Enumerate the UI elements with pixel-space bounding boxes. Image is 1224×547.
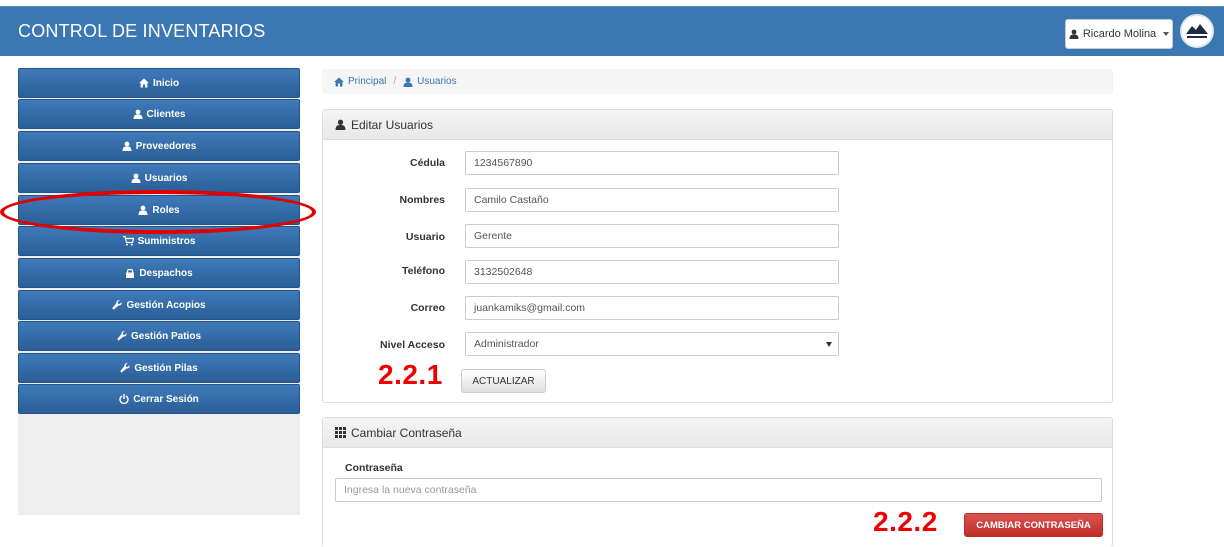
- change-password-button[interactable]: CAMBIAR CONTRASEÑA: [964, 513, 1103, 537]
- user-icon: [403, 77, 413, 87]
- telefono-value: 3132502648: [474, 266, 533, 278]
- correo-value: juankamiks@gmail.com: [474, 302, 586, 314]
- cedula-input[interactable]: 1234567890: [465, 151, 839, 175]
- lock-icon: [126, 268, 135, 278]
- nombres-value: Camilo Castaño: [474, 194, 549, 206]
- sidebar-item-label: Gestión Acopios: [126, 299, 206, 311]
- home-icon: [334, 77, 344, 86]
- password-input[interactable]: Ingresa la nueva contraseña: [335, 478, 1102, 502]
- home-icon: [139, 78, 149, 88]
- user-name: Ricardo Molina: [1082, 28, 1157, 40]
- panel-title: Cambiar Contraseña: [351, 425, 462, 440]
- user-menu-button[interactable]: Ricardo Molina: [1065, 19, 1173, 49]
- breadcrumb-separator: /: [393, 76, 397, 87]
- sidebar-item-label: Inicio: [152, 77, 180, 89]
- sidebar-item-label: Gestión Pilas: [134, 362, 198, 374]
- usuario-input[interactable]: Gerente: [465, 224, 839, 248]
- correo-input[interactable]: juankamiks@gmail.com: [465, 296, 839, 320]
- cart-icon: [122, 236, 134, 246]
- sidebar-item-label: Despachos: [139, 267, 193, 279]
- sidebar-item-label: Clientes: [146, 108, 186, 120]
- app-title[interactable]: CONTROL DE INVENTARIOS: [18, 21, 265, 42]
- sidebar-item-gestion-patios[interactable]: Gestión Patios: [18, 321, 300, 351]
- select-arrow-icon: [826, 342, 832, 347]
- sidebar-item-cerrar-sesion[interactable]: Cerrar Sesión: [18, 384, 300, 414]
- panel-heading: Cambiar Contraseña: [323, 418, 1112, 448]
- sidebar-item-usuarios[interactable]: Usuarios: [18, 163, 300, 193]
- sidebar-item-proveedores[interactable]: Proveedores: [18, 131, 300, 161]
- sidebar-item-clientes[interactable]: Clientes: [18, 99, 300, 129]
- cedula-label: Cédula: [409, 157, 445, 169]
- highlight-ellipse: [0, 190, 316, 234]
- caret-down-icon: [1163, 32, 1170, 36]
- usuario-value: Gerente: [474, 230, 512, 242]
- nombres-label: Nombres: [399, 194, 445, 206]
- sidebar-item-label: Proveedores: [135, 140, 197, 152]
- sidebar-item-inicio[interactable]: Inicio: [18, 68, 300, 98]
- sidebar: Inicio Clientes Proveedores Usuarios Rol…: [18, 68, 300, 515]
- step-annotation-2: 2.2.2: [873, 506, 938, 537]
- telefono-label: Teléfono: [402, 265, 445, 277]
- nivel-acceso-label: Nivel Acceso: [380, 339, 445, 351]
- usuario-label: Usuario: [405, 231, 445, 243]
- step-annotation-1: 2.2.1: [378, 359, 443, 390]
- password-label: Contraseña: [345, 462, 403, 474]
- sidebar-item-gestion-pilas[interactable]: Gestión Pilas: [18, 353, 300, 383]
- sidebar-item-label: Suministros: [137, 235, 196, 247]
- actualizar-button[interactable]: ACTUALIZAR: [461, 369, 546, 393]
- breadcrumb-current[interactable]: Usuarios: [417, 76, 456, 87]
- user-icon: [122, 141, 132, 151]
- power-icon: [119, 394, 129, 404]
- telefono-input[interactable]: 3132502648: [465, 260, 839, 284]
- nombres-input[interactable]: Camilo Castaño: [465, 188, 839, 212]
- panel-title: Editar Usuarios: [351, 117, 434, 132]
- nivel-acceso-select[interactable]: Administrador: [465, 332, 839, 356]
- sidebar-item-despachos[interactable]: Despachos: [18, 258, 300, 288]
- wrench-icon: [112, 300, 123, 310]
- top-navbar: CONTROL DE INVENTARIOS Ricardo Molina: [0, 6, 1224, 56]
- grid-icon: [335, 427, 346, 438]
- correo-label: Correo: [410, 302, 445, 314]
- wrench-icon: [117, 331, 127, 341]
- sidebar-item-label: Gestión Patios: [130, 330, 201, 342]
- sidebar-item-label: Usuarios: [144, 172, 188, 184]
- user-icon: [131, 173, 141, 183]
- breadcrumb: Principal / Usuarios: [322, 69, 1113, 94]
- user-icon: [335, 119, 346, 130]
- change-password-panel: Cambiar Contraseña Contraseña Ingresa la…: [322, 417, 1113, 547]
- password-placeholder: Ingresa la nueva contraseña: [344, 484, 477, 496]
- panel-heading: Editar Usuarios: [323, 110, 1112, 140]
- sidebar-item-label: Cerrar Sesión: [133, 393, 199, 405]
- breadcrumb-home-link[interactable]: Principal: [348, 76, 386, 87]
- nivel-acceso-value: Administrador: [474, 338, 539, 350]
- cedula-value: 1234567890: [474, 157, 533, 169]
- user-icon: [1069, 29, 1079, 39]
- wrench-icon: [120, 363, 130, 373]
- user-icon: [133, 109, 143, 119]
- company-logo: [1180, 14, 1214, 48]
- sidebar-item-gestion-acopios[interactable]: Gestión Acopios: [18, 290, 300, 320]
